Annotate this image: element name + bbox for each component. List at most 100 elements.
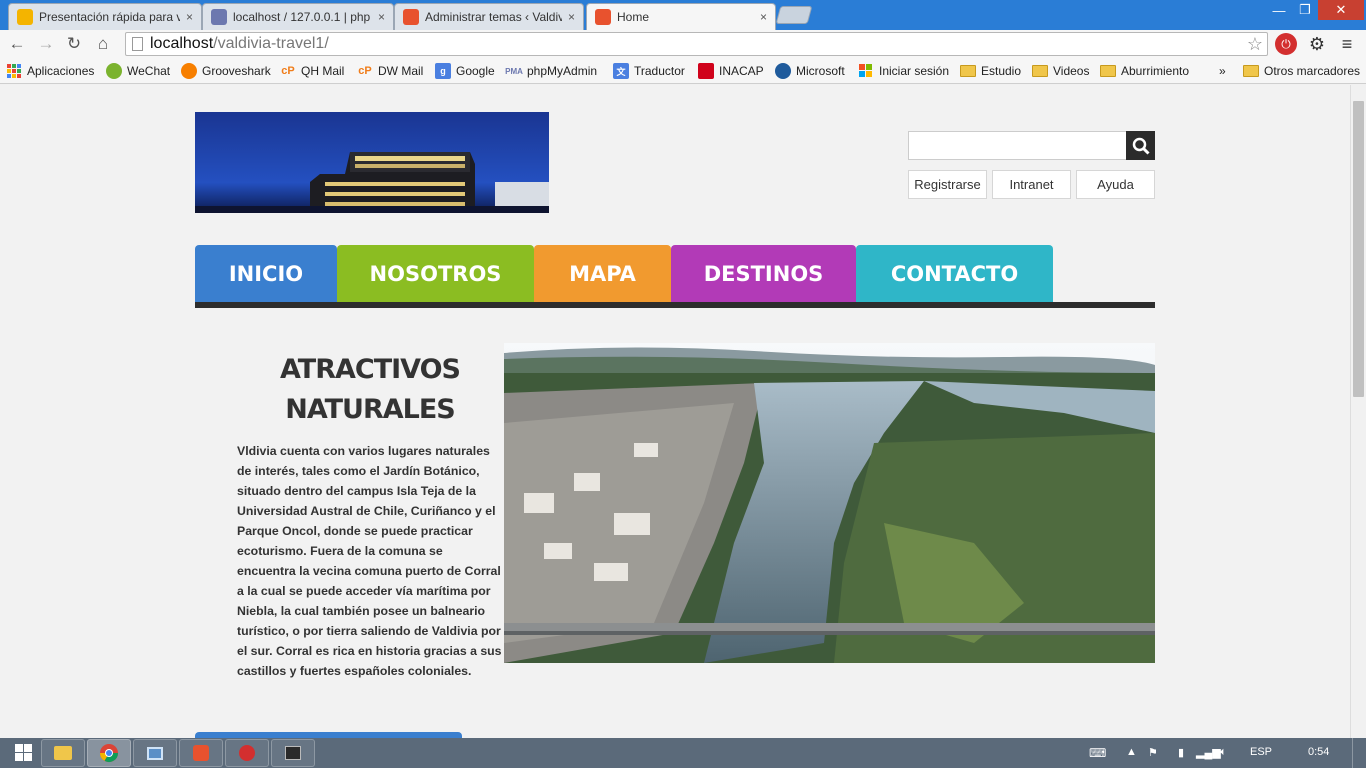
terminal-icon[interactable] [271, 739, 315, 767]
browser-tab[interactable]: Presentación rápida para v × [8, 3, 202, 30]
nav-item-mapa[interactable]: MAPA [534, 245, 671, 302]
shield-icon[interactable] [225, 739, 269, 767]
scrollbar-thumb[interactable] [1353, 101, 1364, 397]
bookmark-item[interactable]: PMA phpMyAdmin [505, 62, 598, 80]
bookmark-label: DW Mail [378, 64, 424, 78]
home-icon[interactable]: ⌂ [93, 34, 113, 54]
bookmark-folder[interactable]: Aburrimiento [1100, 62, 1189, 80]
reload-icon[interactable]: ↻ [64, 34, 84, 54]
bookmark-label: Iniciar sesión [879, 64, 950, 78]
bookmark-item[interactable]: INACAP [698, 62, 764, 80]
folder-icon [1100, 65, 1116, 77]
close-icon[interactable]: × [186, 10, 193, 24]
url-path: /valdivia-travel1/ [213, 35, 329, 52]
input-language[interactable]: ESP [1250, 746, 1272, 758]
bookmark-label: Aplicaciones [27, 64, 95, 78]
microsoft-icon [775, 63, 791, 79]
windows-icon [858, 63, 874, 79]
extension-icon[interactable]: ⏻ [1275, 33, 1297, 55]
restore-icon[interactable]: ❐ [1292, 0, 1318, 20]
window-close-icon[interactable]: ✕ [1318, 0, 1364, 20]
search-icon[interactable] [1126, 131, 1155, 160]
browser-tab-active[interactable]: Home × [586, 3, 776, 30]
settings-gear-icon[interactable]: ⚙ [1307, 34, 1327, 54]
bookmark-item[interactable]: cP DW Mail [357, 62, 423, 80]
xampp-icon [595, 9, 611, 25]
translate-icon: 文 [613, 63, 629, 79]
slides-icon [17, 9, 33, 25]
close-icon[interactable]: × [568, 10, 575, 24]
bookmark-label: WeChat [127, 64, 171, 78]
bookmark-folder[interactable]: Estudio [960, 62, 1021, 80]
close-icon[interactable]: × [378, 10, 385, 24]
other-bookmarks-folder[interactable]: Otros marcadores [1243, 62, 1360, 80]
apps-grid-icon [6, 63, 22, 79]
close-icon[interactable]: × [760, 10, 767, 24]
bookmark-item[interactable]: Microsoft [775, 62, 845, 80]
cpanel-icon: cP [358, 65, 372, 77]
header-banner-image [195, 112, 549, 213]
phpmyadmin-icon: PMA [505, 66, 523, 76]
bookmark-label: QH Mail [301, 64, 345, 78]
section-title: ATRACTIVOS NATURALES [237, 350, 503, 430]
flag-icon[interactable]: ⚑ [1148, 746, 1158, 759]
nav-item-nosotros[interactable]: NOSOTROS [337, 245, 534, 302]
bookmark-item[interactable]: cP QH Mail [280, 62, 344, 80]
bookmarks-overflow-button[interactable]: » [1219, 62, 1226, 80]
bookmark-item[interactable]: Aplicaciones [6, 62, 94, 80]
bookmark-label: Videos [1053, 64, 1090, 78]
grooveshark-icon [181, 63, 197, 79]
signal-icon[interactable]: ▂▄▆ [1196, 746, 1221, 759]
page-scrollbar[interactable] [1350, 85, 1366, 738]
nav-item-contacto[interactable]: CONTACTO [856, 245, 1053, 302]
intranet-link[interactable]: Intranet [992, 170, 1071, 199]
chrome-icon[interactable] [87, 739, 131, 767]
bookmark-label: phpMyAdmin [527, 64, 598, 78]
bookmark-item[interactable]: WeChat [106, 62, 170, 80]
tab-title: Presentación rápida para v [39, 10, 180, 24]
bookmark-item[interactable]: Grooveshark [181, 62, 271, 80]
bookmark-star-icon[interactable]: ☆ [1247, 33, 1263, 55]
nav-item-inicio[interactable]: INICIO [195, 245, 337, 302]
help-link[interactable]: Ayuda [1076, 170, 1155, 199]
bookmark-item[interactable]: g Google [435, 62, 495, 80]
window-icon[interactable] [133, 739, 177, 767]
show-desktop-button[interactable] [1352, 738, 1366, 768]
windows-start-icon[interactable] [2, 739, 46, 767]
phpmyadmin-icon [211, 9, 227, 25]
keyboard-icon[interactable]: ⌨ [1089, 746, 1106, 760]
bookmark-label: INACAP [719, 64, 764, 78]
bookmark-folder[interactable]: Videos [1032, 62, 1089, 80]
show-hidden-icons-icon[interactable]: ▲ [1126, 746, 1137, 758]
windows-taskbar: ⌨ ▲ ⚑ ▮ ▂▄▆ 🔈︎ ESP 0:54 [0, 738, 1366, 768]
browser-tab[interactable]: Administrar temas ‹ Valdiv × [394, 3, 584, 30]
menu-icon[interactable]: ≡ [1337, 34, 1357, 54]
bookmark-item[interactable]: Iniciar sesión [858, 62, 949, 80]
folder-icon [960, 65, 976, 77]
explorer-icon[interactable] [41, 739, 85, 767]
xampp-icon [403, 9, 419, 25]
volume-icon[interactable]: 🔈︎ [1220, 746, 1227, 759]
xampp-icon[interactable] [179, 739, 223, 767]
tab-title: Home [617, 10, 650, 24]
register-link[interactable]: Registrarse [908, 170, 987, 199]
clock[interactable]: 0:54 [1308, 746, 1329, 758]
forward-icon[interactable]: → [36, 34, 56, 54]
nav-item-destinos[interactable]: DESTINOS [671, 245, 856, 302]
new-tab-button[interactable] [775, 6, 813, 24]
folder-icon [1243, 65, 1259, 77]
search-input[interactable] [908, 131, 1127, 160]
bookmark-item[interactable]: 文 Traductor [613, 62, 685, 80]
address-bar[interactable]: localhost/valdivia-travel1/ ☆ [125, 32, 1268, 56]
battery-icon[interactable]: ▮ [1178, 746, 1184, 759]
section-body-text: Vldivia cuenta con varios lugares natura… [237, 444, 502, 678]
browser-toolbar: ← → ↻ ⌂ localhost/valdivia-travel1/ ☆ ⏻ … [0, 30, 1366, 58]
bookmark-label: Otros marcadores [1264, 64, 1361, 78]
tab-title: Administrar temas ‹ Valdiv [425, 10, 562, 24]
bookmark-label: Grooveshark [202, 64, 271, 78]
browser-tab[interactable]: localhost / 127.0.0.1 | php × [202, 3, 394, 30]
back-icon[interactable]: ← [7, 34, 27, 54]
bookmark-label: Estudio [981, 64, 1022, 78]
browser-tab-strip: Presentación rápida para v × localhost /… [0, 0, 1366, 30]
minimize-icon[interactable]: — [1266, 0, 1292, 20]
